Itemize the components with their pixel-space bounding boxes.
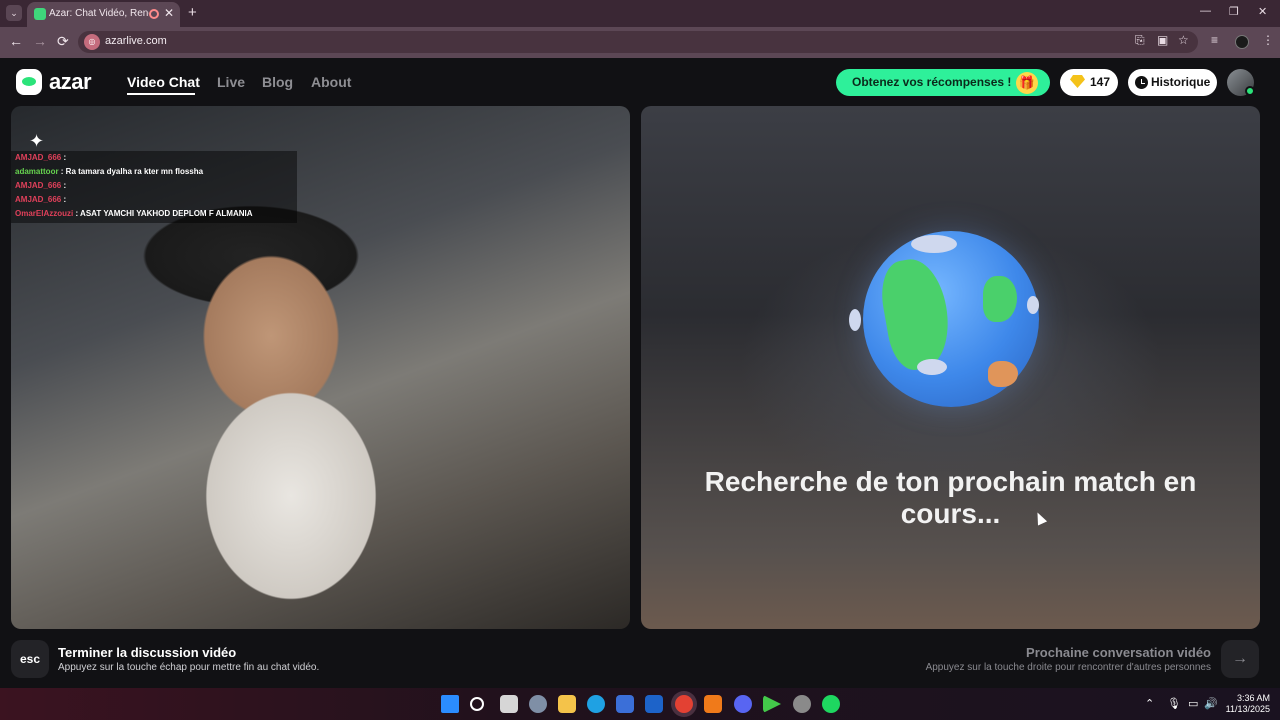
clock-icon <box>1135 76 1148 89</box>
chat-line: adamattoor : Ra tamara dyalha ra kter mn… <box>15 167 203 176</box>
globe-cloud-shape <box>911 235 957 253</box>
chat-line: AMJAD_666 : <box>15 153 66 162</box>
reload-button[interactable]: ⟳ <box>57 33 69 50</box>
rewards-button[interactable]: Obtenez vos récompenses ! 🎁 <box>836 69 1050 96</box>
streaming-app-icon[interactable] <box>763 695 781 713</box>
chat-username: OmarElAzzouzi <box>15 209 74 218</box>
browser-tab-bar: ⌄ Azar: Chat Vidéo, Rencontr ✕ + — ❐ ✕ <box>0 0 1280 27</box>
mail-icon[interactable] <box>645 695 663 713</box>
end-chat-title: Terminer la discussion vidéo <box>58 645 237 660</box>
globe-land-shape <box>983 276 1017 322</box>
microsoft-store-icon[interactable] <box>616 695 634 713</box>
window-close-button[interactable]: ✕ <box>1258 5 1267 18</box>
network-icon[interactable]: ▭ <box>1188 697 1198 710</box>
globe-icon <box>849 231 1039 407</box>
remote-match-panel: Recherche de ton prochain match en cours… <box>641 106 1260 629</box>
next-chat-description: Appuyez sur la touche droite pour rencon… <box>925 662 1211 673</box>
chat-username: AMJAD_666 <box>15 181 62 190</box>
chat-message: : <box>63 153 67 162</box>
bookmark-star-icon[interactable]: ☆ <box>1178 33 1189 47</box>
maximize-button[interactable]: ❐ <box>1229 5 1239 18</box>
globe-land-shape <box>875 254 957 374</box>
spotify-icon[interactable] <box>822 695 840 713</box>
chat-line: AMJAD_666 : <box>15 195 66 204</box>
site-info-icon[interactable]: ◎ <box>84 34 100 50</box>
new-tab-button[interactable]: + <box>188 4 197 21</box>
settings-gear-icon[interactable] <box>529 695 547 713</box>
rewards-label: Obtenez vos récompenses ! <box>852 75 1012 89</box>
task-view-icon[interactable] <box>500 695 518 713</box>
search-icon[interactable] <box>470 697 484 711</box>
url-text: azarlive.com <box>105 35 167 47</box>
windows-start-icon[interactable] <box>441 695 459 713</box>
nav-video-chat[interactable]: Video Chat <box>127 74 200 90</box>
azar-logo[interactable]: azar <box>16 69 104 95</box>
chat-line: AMJAD_666 : <box>15 181 66 190</box>
clock-time: 3:36 AM <box>1236 693 1270 703</box>
chat-message: : <box>63 181 67 190</box>
translate-icon[interactable]: ⎘ <box>1135 33 1145 48</box>
microphone-icon[interactable]: 🎙 <box>1167 697 1181 710</box>
gem-icon <box>1070 75 1085 88</box>
chat-username: AMJAD_666 <box>15 195 62 204</box>
logo-text: azar <box>49 69 92 94</box>
tab-title: Azar: Chat Vidéo, Rencontr <box>49 8 149 19</box>
tray-chevron-icon[interactable]: ⌃ <box>1145 697 1154 710</box>
history-button[interactable]: Historique <box>1128 69 1217 96</box>
chat-message: : ASAT YAMCHI YAKHOD DEPLOM F ALMANIA <box>75 209 253 218</box>
back-button[interactable]: ← <box>9 33 23 49</box>
gems-count: 147 <box>1090 75 1111 89</box>
file-explorer-icon[interactable] <box>558 695 576 713</box>
address-bar-row: ← → ⟳ ◎ azarlive.com <box>0 27 1280 58</box>
history-label: Historique <box>1151 75 1211 89</box>
next-chat-title: Prochaine conversation vidéo <box>1026 645 1211 660</box>
effects-sparkle-icon[interactable]: ✦ <box>29 131 44 152</box>
recording-indicator-icon <box>149 9 159 19</box>
chat-message: : Ra tamara dyalha ra kter mn flossha <box>60 167 204 176</box>
next-chat-arrow-button[interactable]: → <box>1221 640 1259 678</box>
edge-browser-icon[interactable] <box>587 695 605 713</box>
globe-cloud-shape <box>917 359 947 375</box>
chrome-icon[interactable] <box>675 695 693 713</box>
app-a-icon[interactable] <box>704 695 722 713</box>
reading-list-icon[interactable]: ≡ <box>1211 33 1218 47</box>
chat-line: OmarElAzzouzi : ASAT YAMCHI YAKHOD DEPLO… <box>15 209 253 218</box>
active-nav-underline <box>127 93 195 95</box>
matching-status-text: Recherche de ton prochain match en cours… <box>704 466 1197 529</box>
browser-profile-icon[interactable] <box>1235 35 1249 49</box>
clock-date: 11/13/2025 <box>1225 704 1270 714</box>
end-chat-button[interactable]: esc <box>11 640 49 678</box>
install-app-icon[interactable]: ▣ <box>1157 33 1168 47</box>
chat-username: AMJAD_666 <box>15 153 62 162</box>
chat-username: adamattoor <box>15 167 59 176</box>
gift-icon: 🎁 <box>1016 72 1038 94</box>
globe-cloud-shape <box>1027 296 1039 314</box>
chat-message: : <box>63 195 67 204</box>
end-chat-description: Appuyez sur la touche échap pour mettre … <box>58 662 320 673</box>
browser-tab[interactable]: Azar: Chat Vidéo, Rencontr ✕ <box>27 2 180 27</box>
online-status-badge <box>1245 86 1255 96</box>
azar-page: azar Video Chat Live Blog About Obtenez … <box>0 58 1280 688</box>
azar-favicon-icon <box>34 8 46 20</box>
globe-cloud-shape <box>849 309 861 331</box>
tab-close-icon[interactable]: ✕ <box>164 6 174 20</box>
stream-chat-overlay: AMJAD_666 : adamattoor : Ra tamara dyalh… <box>11 151 297 223</box>
forward-button[interactable]: → <box>33 33 47 49</box>
browser-menu-icon[interactable]: ⋮ <box>1262 33 1274 47</box>
local-camera-video: ✦ AMJAD_666 : adamattoor : Ra tamara dya… <box>11 106 630 629</box>
windows-taskbar: ⌃ 🎙 ▭ 🔊 3:36 AM 11/13/2025 <box>0 688 1280 720</box>
tab-search-chevron-icon[interactable]: ⌄ <box>6 5 22 21</box>
gems-balance-button[interactable]: 147 <box>1060 69 1118 96</box>
app-circle-icon[interactable] <box>793 695 811 713</box>
nav-live[interactable]: Live <box>217 74 245 90</box>
minimize-button[interactable]: — <box>1200 5 1211 17</box>
discord-icon[interactable] <box>734 695 752 713</box>
volume-icon[interactable]: 🔊 <box>1204 697 1218 710</box>
system-clock[interactable]: 3:36 AM 11/13/2025 <box>1222 693 1270 715</box>
url-field[interactable]: ◎ azarlive.com <box>78 31 1198 53</box>
nav-about[interactable]: About <box>311 74 351 90</box>
globe-land-shape <box>988 361 1018 387</box>
azar-logo-mark-icon <box>16 69 42 95</box>
nav-blog[interactable]: Blog <box>262 74 293 90</box>
